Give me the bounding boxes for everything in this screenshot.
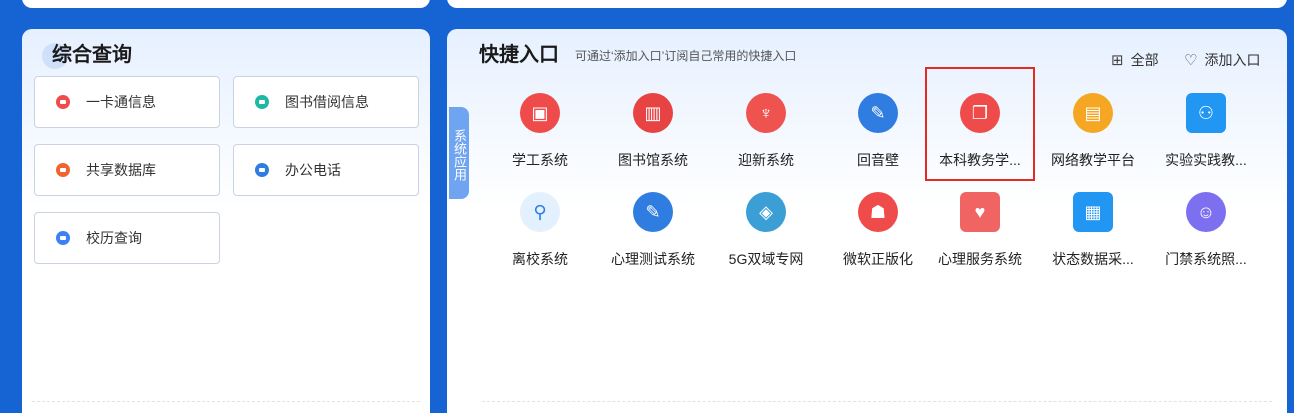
app-online-teaching[interactable]: ▤ 网络教学平台 <box>1039 93 1147 170</box>
query-item-shared-database[interactable]: 共享数据库 <box>34 144 220 196</box>
app-label: 门禁系统照... <box>1165 251 1247 267</box>
query-item-office-phone[interactable]: 办公电话 <box>233 144 419 196</box>
query-item-label: 一卡通信息 <box>86 94 156 110</box>
student-affairs-icon: ▣ <box>520 93 560 133</box>
quick-entry-subtitle: 可通过‘添加入口’订阅自己常用的快捷入口 <box>575 49 797 63</box>
calendar-book-icon <box>56 231 70 245</box>
leave-school-icon: ⚲ <box>520 192 560 232</box>
bottom-divider <box>32 401 420 402</box>
quick-entry-title: 快捷入口 <box>479 44 559 66</box>
selected-app-highlight <box>925 67 1035 181</box>
people-icon: ☗ <box>858 192 898 232</box>
app-freshman[interactable]: ♆ 迎新系统 <box>712 93 820 170</box>
bottom-divider <box>482 401 1272 402</box>
app-label: 5G双域专网 <box>728 251 804 267</box>
phone-icon <box>255 163 269 177</box>
app-access-control[interactable]: ☺ 门禁系统照... <box>1152 192 1260 269</box>
add-entry-button[interactable]: ♡ 添加入口 <box>1184 50 1260 70</box>
app-echo-wall[interactable]: ✎ 回音壁 <box>824 93 932 170</box>
handshake-heart-icon: ♥ <box>960 192 1000 232</box>
online-teaching-icon: ▤ <box>1073 93 1113 133</box>
leaf-icon <box>255 95 269 109</box>
graduation-cap-icon: ♆ <box>746 93 786 133</box>
app-status-data[interactable]: ▦ 状态数据采... <box>1039 192 1147 269</box>
grid-icon: ⊞ <box>1111 52 1124 69</box>
heart-icon: ♡ <box>1184 52 1198 69</box>
system-apps-tab[interactable]: 系统应用 <box>449 107 469 199</box>
user-card-icon: ☺ <box>1186 192 1226 232</box>
query-item-campus-card[interactable]: 一卡通信息 <box>34 76 220 128</box>
query-item-library[interactable]: 图书借阅信息 <box>233 76 419 128</box>
quick-entry-panel: 快捷入口 可通过‘添加入口’订阅自己常用的快捷入口 ⊞ 全部 ♡ 添加入口 ▣ … <box>447 29 1287 413</box>
app-label: 学工系统 <box>512 152 568 168</box>
app-label: 心理服务系统 <box>938 251 1022 267</box>
app-psych-service[interactable]: ♥ 心理服务系统 <box>926 192 1034 269</box>
edit-note-icon: ✎ <box>858 93 898 133</box>
app-label: 微软正版化 <box>843 251 913 267</box>
query-item-label: 共享数据库 <box>86 162 156 178</box>
lab-practice-icon: ⚇ <box>1186 93 1226 133</box>
query-item-label: 办公电话 <box>285 162 341 178</box>
app-student-affairs[interactable]: ▣ 学工系统 <box>486 93 594 170</box>
comprehensive-query-panel: 综合查询 一卡通信息 图书借阅信息 共享数据库 办公电话 校历查询 <box>22 29 430 413</box>
add-entry-label: 添加入口 <box>1204 52 1261 68</box>
app-leave-school[interactable]: ⚲ 离校系统 <box>486 192 594 269</box>
app-label: 离校系统 <box>512 251 568 267</box>
panel-title: 综合查询 <box>52 44 132 66</box>
card-icon <box>56 95 70 109</box>
show-all-button[interactable]: ⊞ 全部 <box>1111 50 1159 70</box>
app-label: 状态数据采... <box>1052 251 1134 267</box>
app-5g-network[interactable]: ◈ 5G双域专网 <box>712 192 820 269</box>
psych-test-icon: ✎ <box>633 192 673 232</box>
app-psych-test[interactable]: ✎ 心理测试系统 <box>599 192 707 269</box>
query-item-label: 图书借阅信息 <box>285 94 369 110</box>
top-left-card <box>22 0 430 8</box>
clipboard-icon: ▦ <box>1073 192 1113 232</box>
app-label: 回音壁 <box>857 152 899 168</box>
app-label: 图书馆系统 <box>618 152 688 168</box>
app-ms-licensing[interactable]: ☗ 微软正版化 <box>824 192 932 269</box>
show-all-label: 全部 <box>1130 52 1159 68</box>
top-right-card <box>447 0 1287 8</box>
app-label: 迎新系统 <box>738 152 794 168</box>
query-item-label: 校历查询 <box>86 230 142 246</box>
query-item-school-calendar[interactable]: 校历查询 <box>34 212 220 264</box>
app-label: 实验实践教... <box>1165 152 1247 168</box>
app-lab-practice[interactable]: ⚇ 实验实践教... <box>1152 93 1260 170</box>
network-5g-icon: ◈ <box>746 192 786 232</box>
app-label: 心理测试系统 <box>611 251 695 267</box>
book-icon: ▥ <box>633 93 673 133</box>
app-label: 网络教学平台 <box>1051 152 1135 168</box>
app-library[interactable]: ▥ 图书馆系统 <box>599 93 707 170</box>
database-icon <box>56 163 70 177</box>
